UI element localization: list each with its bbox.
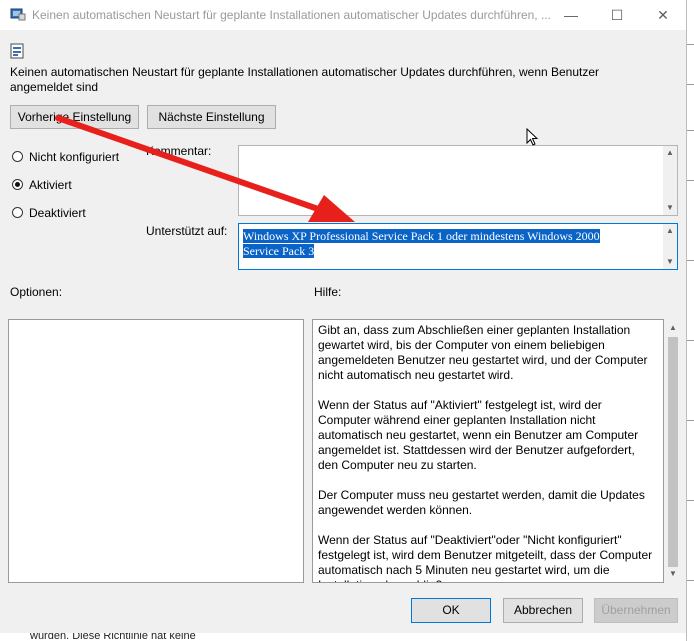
arrow-shaft [55, 115, 321, 212]
mouse-cursor-icon [526, 128, 539, 146]
annotation-arrow [55, 115, 355, 222]
